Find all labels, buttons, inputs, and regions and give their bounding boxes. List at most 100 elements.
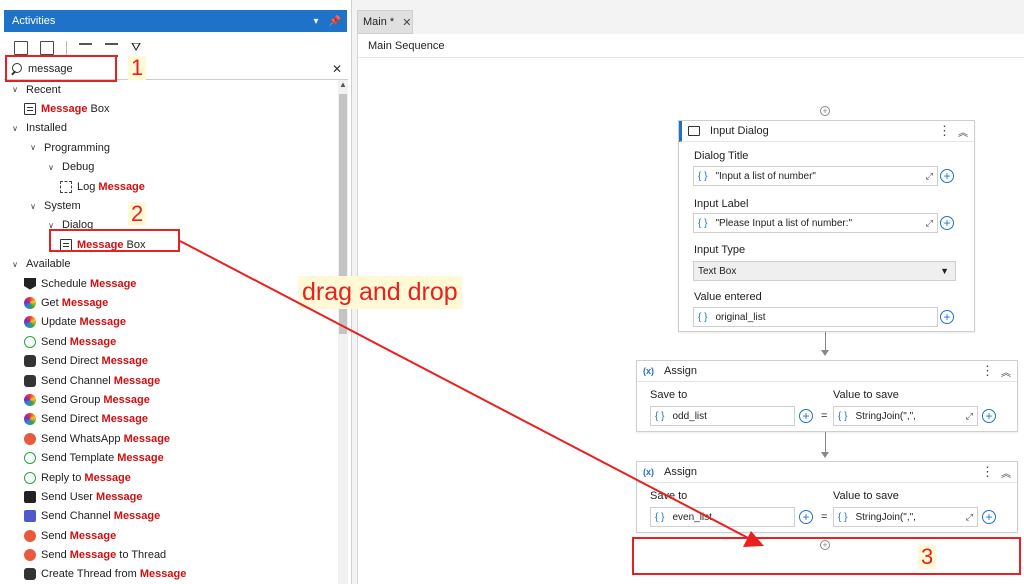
activity-label-prefix: Send Channel <box>41 510 114 523</box>
tree-group-debug[interactable]: ∨ Debug <box>4 158 336 177</box>
pin-icon[interactable]: 📌 <box>329 16 341 27</box>
red-icon <box>24 529 36 542</box>
activities-scrollbar[interactable]: ▲ <box>338 80 348 584</box>
assign-1-value-value: StringJoin(",", <box>855 410 916 422</box>
input-type-select[interactable]: Text Box ▼ <box>693 261 956 281</box>
expand-editor-icon[interactable]: ⤢ <box>926 218 933 229</box>
add-activity-top-icon[interactable]: + <box>820 106 830 116</box>
assign-2-save-to-field[interactable]: { } even_list <box>650 507 795 527</box>
list-view-icon[interactable] <box>105 41 119 57</box>
circle-multi-icon <box>24 316 36 329</box>
activity-item[interactable]: Send WhatsApp Message <box>4 429 336 448</box>
activity-item[interactable]: Send Direct Message <box>4 410 336 429</box>
assign-1-header[interactable]: (x) Assign ⋮ ︽ <box>637 361 1017 382</box>
add-variable-icon[interactable]: + <box>940 216 954 230</box>
activity-item[interactable]: Get Message <box>4 293 336 312</box>
expand-all-icon[interactable] <box>14 41 28 55</box>
annotation-step-1: 1 <box>128 56 147 80</box>
expand-editor-icon[interactable]: ⤢ <box>926 171 933 182</box>
activity-label-prefix: Send User <box>41 490 97 503</box>
more-options-icon[interactable]: ⋮ <box>981 464 994 480</box>
breadcrumb-main-sequence[interactable]: Main Sequence <box>368 40 444 52</box>
activity-item[interactable]: Send Message to Thread <box>4 545 336 564</box>
activity-item[interactable]: Schedule Message <box>4 274 336 293</box>
activity-item[interactable]: Send Message <box>4 332 336 351</box>
add-variable-icon[interactable]: + <box>982 510 996 524</box>
tree-group-label: Recent <box>26 83 61 96</box>
assign-1-value-field[interactable]: { } StringJoin(",", ⤢ <box>833 406 978 426</box>
activity-item[interactable]: Send Channel Message <box>4 371 336 390</box>
activity-item[interactable]: Send Message <box>4 526 336 545</box>
expand-editor-icon[interactable]: ⤢ <box>966 512 973 523</box>
assign-2-value-field[interactable]: { } StringJoin(",", ⤢ <box>833 507 978 527</box>
tree-group-installed[interactable]: ∨ Installed <box>4 119 336 138</box>
tree-group-system[interactable]: ∨ System <box>4 196 336 215</box>
add-variable-icon[interactable]: + <box>799 510 813 524</box>
annotation-step-2: 2 <box>128 202 147 226</box>
activity-item[interactable]: Send Group Message <box>4 390 336 409</box>
add-variable-icon[interactable]: + <box>940 169 954 183</box>
value-entered-field[interactable]: { } original_list <box>693 307 938 327</box>
close-tab-icon[interactable]: ✕ <box>402 16 411 29</box>
tree-group-programming[interactable]: ∨ Programming <box>4 138 336 157</box>
assign-1-value-label: Value to save <box>833 389 899 401</box>
activity-label-prefix: Send Direct <box>41 413 102 426</box>
activity-label-prefix: Create Thread from <box>41 568 140 581</box>
add-variable-icon[interactable]: + <box>982 409 996 423</box>
activity-item[interactable]: Send Template Message <box>4 448 336 467</box>
chevron-down-icon[interactable]: ∨ <box>46 163 56 172</box>
activity-label-match: Message <box>61 296 109 309</box>
dialog-title-label: Dialog Title <box>694 150 749 162</box>
collapse-icon[interactable]: ︽ <box>1001 465 1011 480</box>
activity-label-suffix: Box <box>87 103 110 116</box>
dropdown-icon[interactable]: ▾ <box>314 16 319 27</box>
panel-header-controls: ▾ 📌 <box>314 16 347 27</box>
activity-item[interactable]: Send User Message <box>4 487 336 506</box>
collapse-all-icon[interactable] <box>40 41 54 55</box>
chevron-down-icon[interactable]: ∨ <box>28 143 38 152</box>
tree-group-recent[interactable]: ∨ Recent <box>4 80 336 99</box>
activity-item[interactable]: Reply to Message <box>4 468 336 487</box>
assign-2-header[interactable]: (x) Assign ⋮ ︽ <box>637 462 1017 483</box>
expand-editor-icon[interactable]: ⤢ <box>966 411 973 422</box>
dialog-title-field[interactable]: { } "Input a list of number" ⤢ <box>693 166 938 186</box>
equals-sign: = <box>821 410 828 422</box>
input-label-field[interactable]: { } "Please Input a list of number:" ⤢ <box>693 213 938 233</box>
chevron-down-icon[interactable]: ∨ <box>10 260 20 269</box>
scroll-up-icon[interactable]: ▲ <box>338 80 348 89</box>
activity-item[interactable]: Send Channel Message <box>4 507 336 526</box>
tab-main[interactable]: Main * ✕ <box>357 10 413 34</box>
activity-item[interactable]: Create Thread from Message <box>4 565 336 584</box>
chevron-down-icon[interactable]: ∨ <box>10 85 20 94</box>
filter-icon[interactable]: ⛛ <box>131 41 145 55</box>
chevron-down-icon[interactable]: ∨ <box>28 202 38 211</box>
add-variable-icon[interactable]: + <box>799 409 813 423</box>
expression-icon: { } <box>655 511 665 523</box>
collapse-icon[interactable]: ︽ <box>958 124 968 139</box>
collapse-icon[interactable]: ︽ <box>1001 364 1011 379</box>
activity-label-prefix: Schedule <box>41 277 90 290</box>
dark-icon <box>24 490 36 503</box>
circle-multi-icon <box>24 393 36 406</box>
activity-item[interactable]: Update Message <box>4 313 336 332</box>
show-recent-icon[interactable] <box>79 41 93 57</box>
input-dialog-header[interactable]: Input Dialog ⋮ ︽ <box>679 121 974 142</box>
add-variable-icon[interactable]: + <box>940 310 954 324</box>
tree-group-available[interactable]: ∨ Available <box>4 255 336 274</box>
activity-item[interactable]: Send Direct Message <box>4 351 336 370</box>
activity-item[interactable]: Log Message <box>4 177 336 196</box>
assign-2-value-value: StringJoin(",", <box>855 511 916 523</box>
clear-search-icon[interactable]: ✕ <box>332 62 342 76</box>
assign-1-save-to-field[interactable]: { } odd_list <box>650 406 795 426</box>
chevron-down-icon[interactable]: ∨ <box>10 124 20 133</box>
more-options-icon[interactable]: ⋮ <box>938 123 951 139</box>
activity-label-match: Message <box>79 316 127 329</box>
activity-label-prefix: Send WhatsApp <box>41 432 124 445</box>
tag-icon <box>24 277 36 290</box>
discord-icon <box>24 568 36 581</box>
more-options-icon[interactable]: ⋮ <box>981 363 994 379</box>
activity-label-suffix: to Thread <box>116 549 167 562</box>
annotation-box-message-box <box>49 229 180 252</box>
document-tabbar: Main * ✕ <box>357 10 1024 34</box>
activity-item[interactable]: Message Box <box>4 99 336 118</box>
